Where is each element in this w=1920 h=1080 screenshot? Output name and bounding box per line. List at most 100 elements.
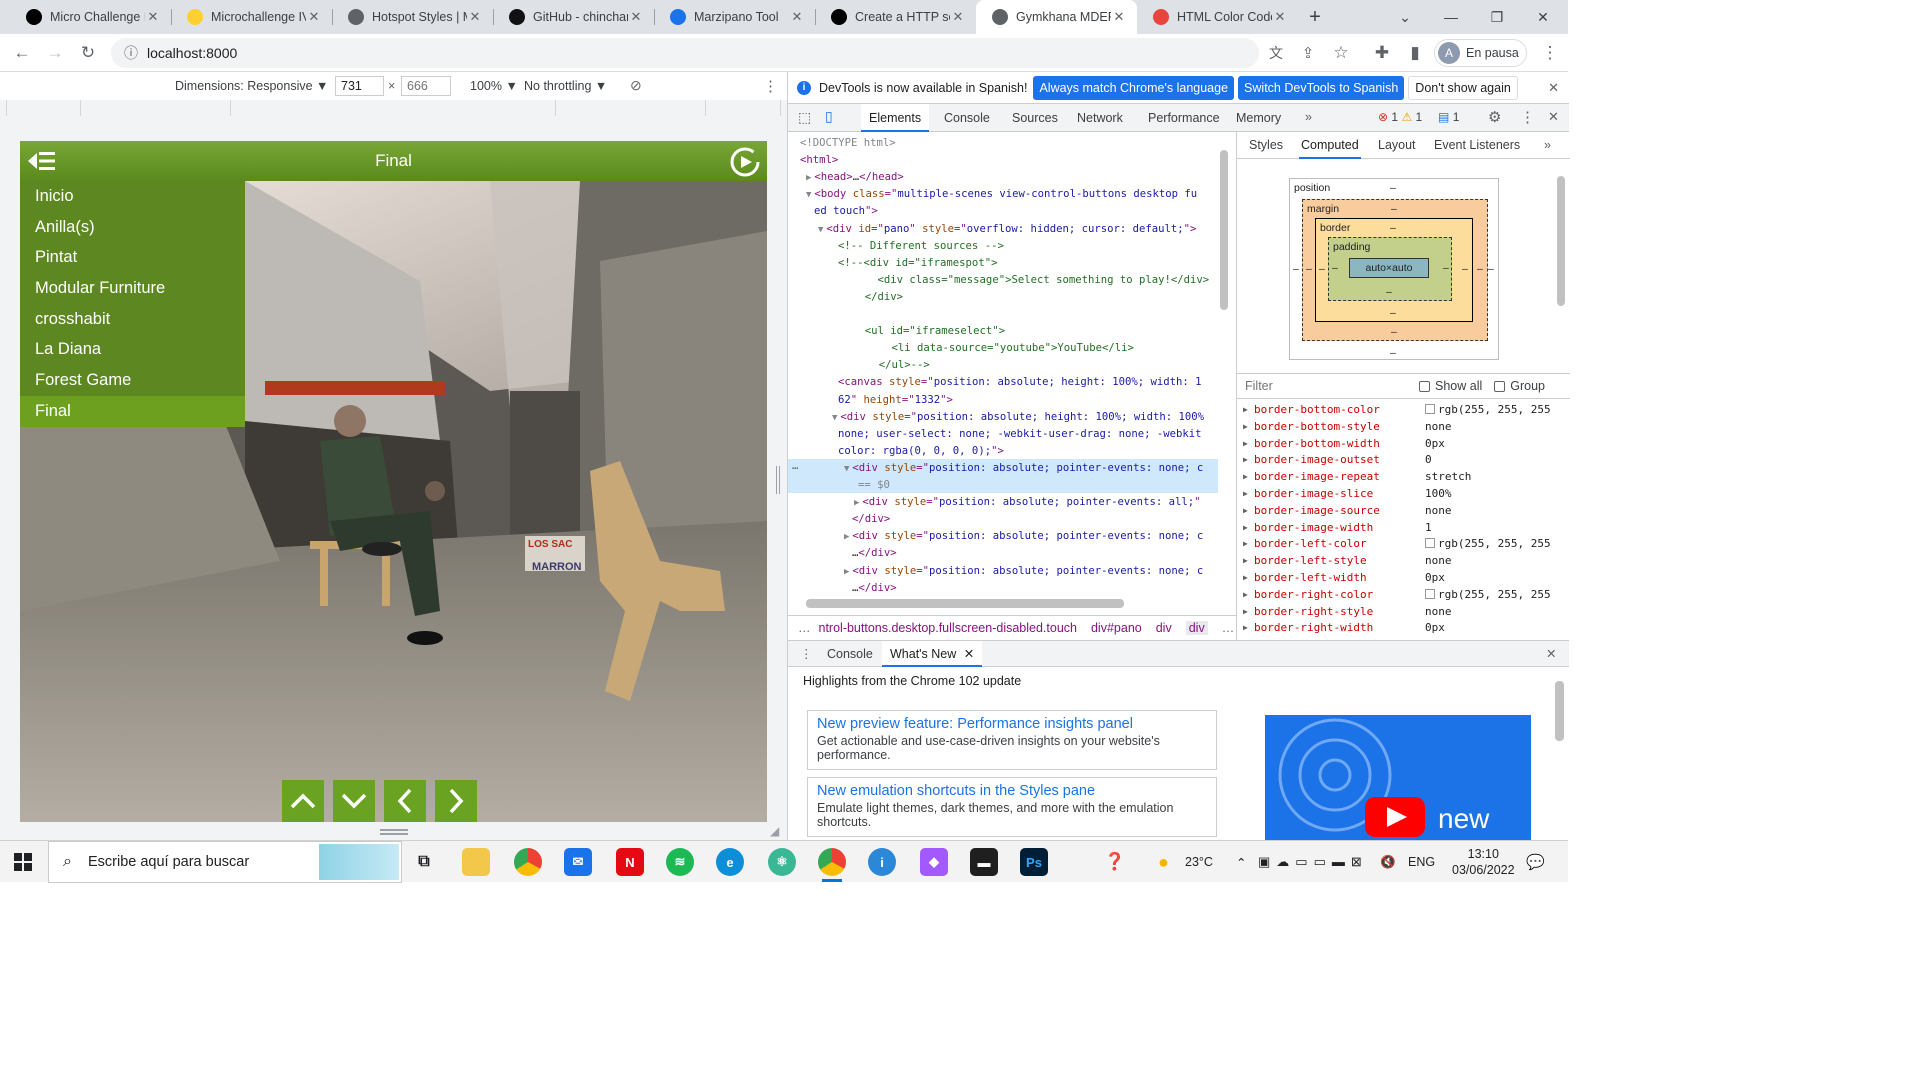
- expand-triangle-icon[interactable]: ▶: [1243, 519, 1248, 536]
- computed-property[interactable]: ▶ border-right-style none: [1237, 603, 1555, 620]
- browser-tab[interactable]: HTML Color Code ✕: [1137, 0, 1298, 34]
- expand-triangle-icon[interactable]: ▶: [1243, 418, 1248, 435]
- whats-new-video-thumbnail[interactable]: new: [1265, 715, 1531, 841]
- clock[interactable]: 13:10 03/06/2022: [1452, 841, 1515, 883]
- card-title[interactable]: New preview feature: Performance insight…: [817, 716, 1207, 732]
- computed-property[interactable]: ▶ border-left-color rgb(255, 255, 255: [1237, 535, 1555, 552]
- profile-button[interactable]: A En pausa: [1434, 39, 1527, 67]
- dom-node-line[interactable]: 62" height="1332">: [838, 392, 953, 409]
- breadcrumb-item[interactable]: div: [1185, 620, 1208, 635]
- expand-triangle-icon[interactable]: ▼: [832, 413, 837, 423]
- computed-property[interactable]: ▶ border-bottom-color rgb(255, 255, 255: [1237, 401, 1555, 418]
- dom-node-line[interactable]: <ul id="iframeselect">: [852, 323, 1005, 340]
- dom-node-line[interactable]: ▶ <div style="position: absolute; pointer…: [854, 494, 1200, 511]
- tab-styles[interactable]: Styles: [1247, 132, 1285, 159]
- computed-property[interactable]: ▶ border-right-color rgb(255, 255, 255: [1237, 586, 1555, 603]
- minimize-button[interactable]: —: [1428, 0, 1474, 34]
- rotate-icon[interactable]: ⊘: [630, 77, 642, 94]
- back-icon[interactable]: ←: [8, 39, 36, 67]
- drawer-menu-icon[interactable]: ⋮: [800, 646, 813, 661]
- taskbar-search[interactable]: ⌕ Escribe aquí para buscar: [48, 841, 402, 883]
- atom-icon[interactable]: ⚛: [768, 848, 796, 876]
- view-left-button[interactable]: [384, 780, 426, 822]
- view-up-button[interactable]: [282, 780, 324, 822]
- expand-triangle-icon[interactable]: ▶: [1243, 451, 1248, 468]
- device-toggle-icon[interactable]: ▯: [825, 108, 833, 125]
- dom-node-line[interactable]: == $0: [858, 477, 890, 494]
- color-swatch[interactable]: [1425, 404, 1435, 414]
- card-title[interactable]: New emulation shortcuts in the Styles pa…: [817, 783, 1207, 799]
- device-more-icon[interactable]: ⋮: [763, 77, 778, 95]
- close-tab-icon[interactable]: ✕: [306, 9, 322, 25]
- more-tabs-icon[interactable]: »: [1305, 110, 1312, 124]
- computed-property[interactable]: ▶ border-image-slice 100%: [1237, 485, 1555, 502]
- drawer-scrollbar[interactable]: [1555, 681, 1564, 741]
- dom-node-line[interactable]: ▶ <div style="position: absolute; pointer…: [844, 563, 1203, 580]
- computed-property[interactable]: ▶ border-image-width 1: [1237, 519, 1555, 536]
- more-sidebar-tabs-icon[interactable]: »: [1542, 132, 1553, 159]
- expand-triangle-icon[interactable]: ▶: [1243, 552, 1248, 569]
- computed-property[interactable]: ▶ border-left-style none: [1237, 552, 1555, 569]
- expand-triangle-icon[interactable]: ▶: [1243, 468, 1248, 485]
- tab-layout[interactable]: Layout: [1376, 132, 1418, 159]
- close-tab-icon[interactable]: ✕: [789, 9, 805, 25]
- dom-node-line[interactable]: <div class="message">Select something to…: [852, 272, 1210, 289]
- drawer-tab-console[interactable]: Console: [827, 647, 873, 661]
- dom-node-line[interactable]: ed touch">: [814, 203, 878, 220]
- dom-node-line[interactable]: <!--<div id="iframespot">: [838, 255, 997, 272]
- spotify-icon[interactable]: ≋: [666, 848, 694, 876]
- edge-icon[interactable]: e: [716, 848, 744, 876]
- resize-handle-bottom[interactable]: [380, 829, 408, 835]
- color-swatch[interactable]: [1425, 588, 1435, 599]
- devtools-menu-icon[interactable]: ⋮: [1520, 108, 1535, 126]
- dom-node-line[interactable]: </ul>-->: [866, 357, 930, 374]
- scene-item-la-diana[interactable]: La Diana: [20, 334, 245, 365]
- computed-property[interactable]: ▶ border-image-repeat stretch: [1237, 468, 1555, 485]
- expand-triangle-icon[interactable]: ▶: [844, 567, 849, 577]
- devtools-tab-performance[interactable]: Performance: [1140, 104, 1228, 132]
- expand-triangle-icon[interactable]: ▶: [1243, 401, 1248, 418]
- close-tab-icon[interactable]: ✕: [467, 9, 483, 25]
- close-tab-icon[interactable]: ✕: [1111, 9, 1127, 25]
- notifications-icon[interactable]: 💬: [1526, 841, 1545, 883]
- drawer-tab-whats-new[interactable]: What's New ✕: [882, 641, 983, 667]
- show-hidden-icons[interactable]: ⌃: [1236, 841, 1246, 883]
- file-explorer-icon[interactable]: [462, 848, 490, 876]
- weather-icon[interactable]: ●: [1158, 841, 1169, 883]
- dom-node-line[interactable]: ▶ <div style="position: absolute; pointer…: [844, 528, 1203, 545]
- always-match-language-button[interactable]: Always match Chrome's language: [1033, 75, 1235, 100]
- dom-node-line[interactable]: ▼ <div id="pano" style="overflow: hidden;…: [818, 221, 1196, 238]
- dom-node-line[interactable]: …</div>: [852, 580, 897, 597]
- breadcrumb-item[interactable]: …: [798, 621, 811, 635]
- close-tab-icon[interactable]: ✕: [950, 9, 966, 25]
- error-count-badge[interactable]: ⊗ 1 ⚠ 1: [1378, 110, 1422, 124]
- scene-item-crosshabit[interactable]: crosshabit: [20, 304, 245, 335]
- inspect-element-icon[interactable]: ⬚: [798, 109, 811, 126]
- help-icon[interactable]: ❓: [1104, 841, 1125, 883]
- browser-menu-icon[interactable]: ⋮: [1536, 39, 1564, 67]
- address-bar[interactable]: ⓘ localhost:8000: [111, 38, 1259, 68]
- dom-node-line[interactable]: ▼ <body class="multiple-scenes view-contr…: [806, 186, 1197, 203]
- computed-property[interactable]: ▶ border-right-width 0px: [1237, 619, 1555, 636]
- breadcrumb-item[interactable]: div: [1156, 621, 1172, 635]
- browser-tab[interactable]: Marzipano Tool ✕: [654, 0, 815, 34]
- dom-node-line[interactable]: ▶ <head>…</head>: [806, 169, 904, 186]
- language-indicator[interactable]: ENG: [1408, 841, 1435, 883]
- windows-start-icon[interactable]: [14, 853, 32, 871]
- dom-node-line[interactable]: ▼ <div style="position: absolute; height:…: [832, 409, 1204, 426]
- throttling-select[interactable]: No throttling ▼: [524, 79, 607, 93]
- autorotate-icon[interactable]: [729, 146, 761, 178]
- show-all-checkbox[interactable]: [1419, 380, 1430, 392]
- expand-triangle-icon[interactable]: ▶: [1243, 586, 1248, 603]
- dom-node-line[interactable]: <li data-source="youtube">YouTube</li>: [866, 340, 1134, 357]
- share-icon[interactable]: ⇪: [1294, 39, 1322, 67]
- browser-tab[interactable]: Hotspot Styles | M ✕: [332, 0, 493, 34]
- whats-new-card[interactable]: New preview feature: Performance insight…: [807, 710, 1217, 770]
- terminal-icon[interactable]: ▬: [970, 848, 998, 876]
- view-down-button[interactable]: [333, 780, 375, 822]
- scene-item-pintat[interactable]: Pintat: [20, 242, 245, 273]
- dont-show-again-button[interactable]: Don't show again: [1408, 75, 1518, 100]
- expand-triangle-icon[interactable]: ▼: [806, 190, 811, 200]
- whats-new-card[interactable]: New emulation shortcuts in the Styles pa…: [807, 777, 1217, 837]
- dom-tree[interactable]: <!DOCTYPE html> <html> ▶ <head>…</head> ▼ <bo…: [788, 132, 1224, 612]
